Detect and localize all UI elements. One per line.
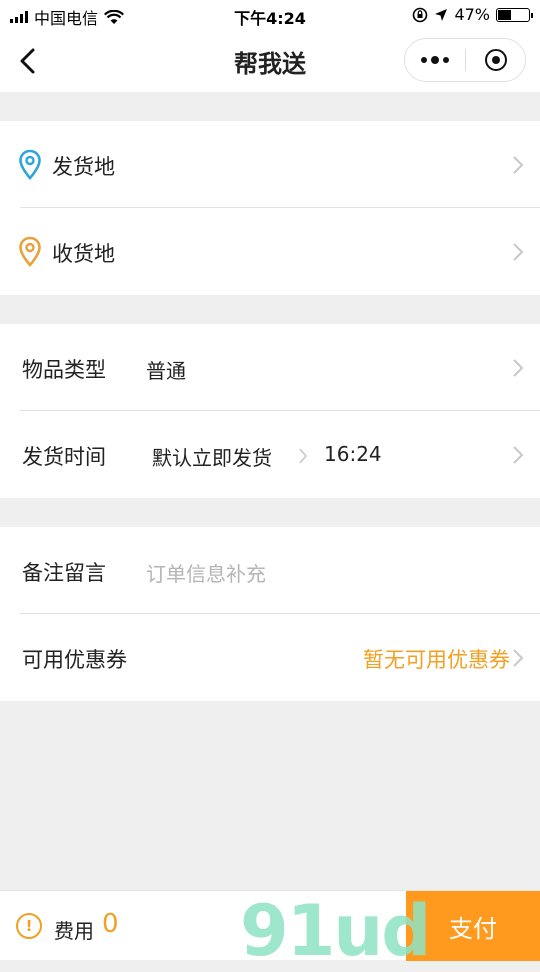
chevron-right-icon [513, 156, 524, 174]
orientation-lock-icon [413, 7, 428, 22]
coupon-label: 可用优惠券 [22, 648, 127, 672]
delivery-clock-time: 16:24 [324, 442, 382, 466]
goods-type-label: 物品类型 [22, 358, 106, 382]
more-dot-icon [421, 57, 427, 63]
coupon-value: 暂无可用优惠券 [363, 648, 510, 672]
note-label: 备注留言 [22, 561, 106, 585]
delivery-time-label: 发货时间 [22, 445, 106, 469]
battery-icon [496, 7, 533, 22]
miniprogram-capsule [404, 38, 526, 82]
status-right: 47% [412, 5, 533, 24]
delivery-time-value: 默认立即发货 [152, 446, 272, 470]
delivery-address-row[interactable]: 收货地 [0, 208, 540, 295]
fee-label: 费用 [54, 919, 94, 943]
close-miniprogram-button[interactable] [466, 39, 525, 81]
chevron-right-icon [513, 649, 524, 667]
delivery-location-pin-icon [19, 236, 41, 267]
chevron-right-icon [299, 448, 308, 464]
chevron-right-icon [513, 446, 524, 464]
more-dot-icon [431, 56, 439, 64]
info-icon[interactable]: ! [16, 913, 42, 939]
more-dot-icon [443, 57, 449, 63]
coupon-row[interactable]: 可用优惠券 暂无可用优惠券 [0, 614, 540, 701]
delivery-time-row[interactable]: 发货时间 默认立即发货 16:24 [0, 411, 540, 498]
status-bar: 中国电信 下午4:24 47% [0, 0, 540, 30]
goods-section: 物品类型 普通 发货时间 默认立即发货 16:24 [0, 324, 540, 498]
goods-type-row[interactable]: 物品类型 普通 [0, 324, 540, 411]
nav-bar: 帮我送 [0, 30, 540, 92]
note-row[interactable]: 备注留言 订单信息补充 [0, 527, 540, 614]
extra-section: 备注留言 订单信息补充 可用优惠券 暂无可用优惠券 [0, 527, 540, 701]
delivery-label: 收货地 [52, 242, 115, 266]
battery-percent: 47% [454, 5, 490, 24]
pickup-label: 发货地 [52, 155, 115, 179]
chevron-right-icon [513, 243, 524, 261]
location-arrow-icon [435, 8, 448, 21]
address-section: 发货地 收货地 [0, 121, 540, 295]
note-input[interactable]: 订单信息补充 [146, 558, 266, 587]
target-circle-icon [484, 49, 507, 71]
goods-type-value: 普通 [146, 359, 186, 383]
fee-value: 0 [102, 909, 119, 939]
more-menu-button[interactable] [405, 39, 465, 81]
chevron-right-icon [513, 359, 524, 377]
pickup-address-row[interactable]: 发货地 [0, 121, 540, 208]
pickup-location-pin-icon [19, 149, 41, 180]
